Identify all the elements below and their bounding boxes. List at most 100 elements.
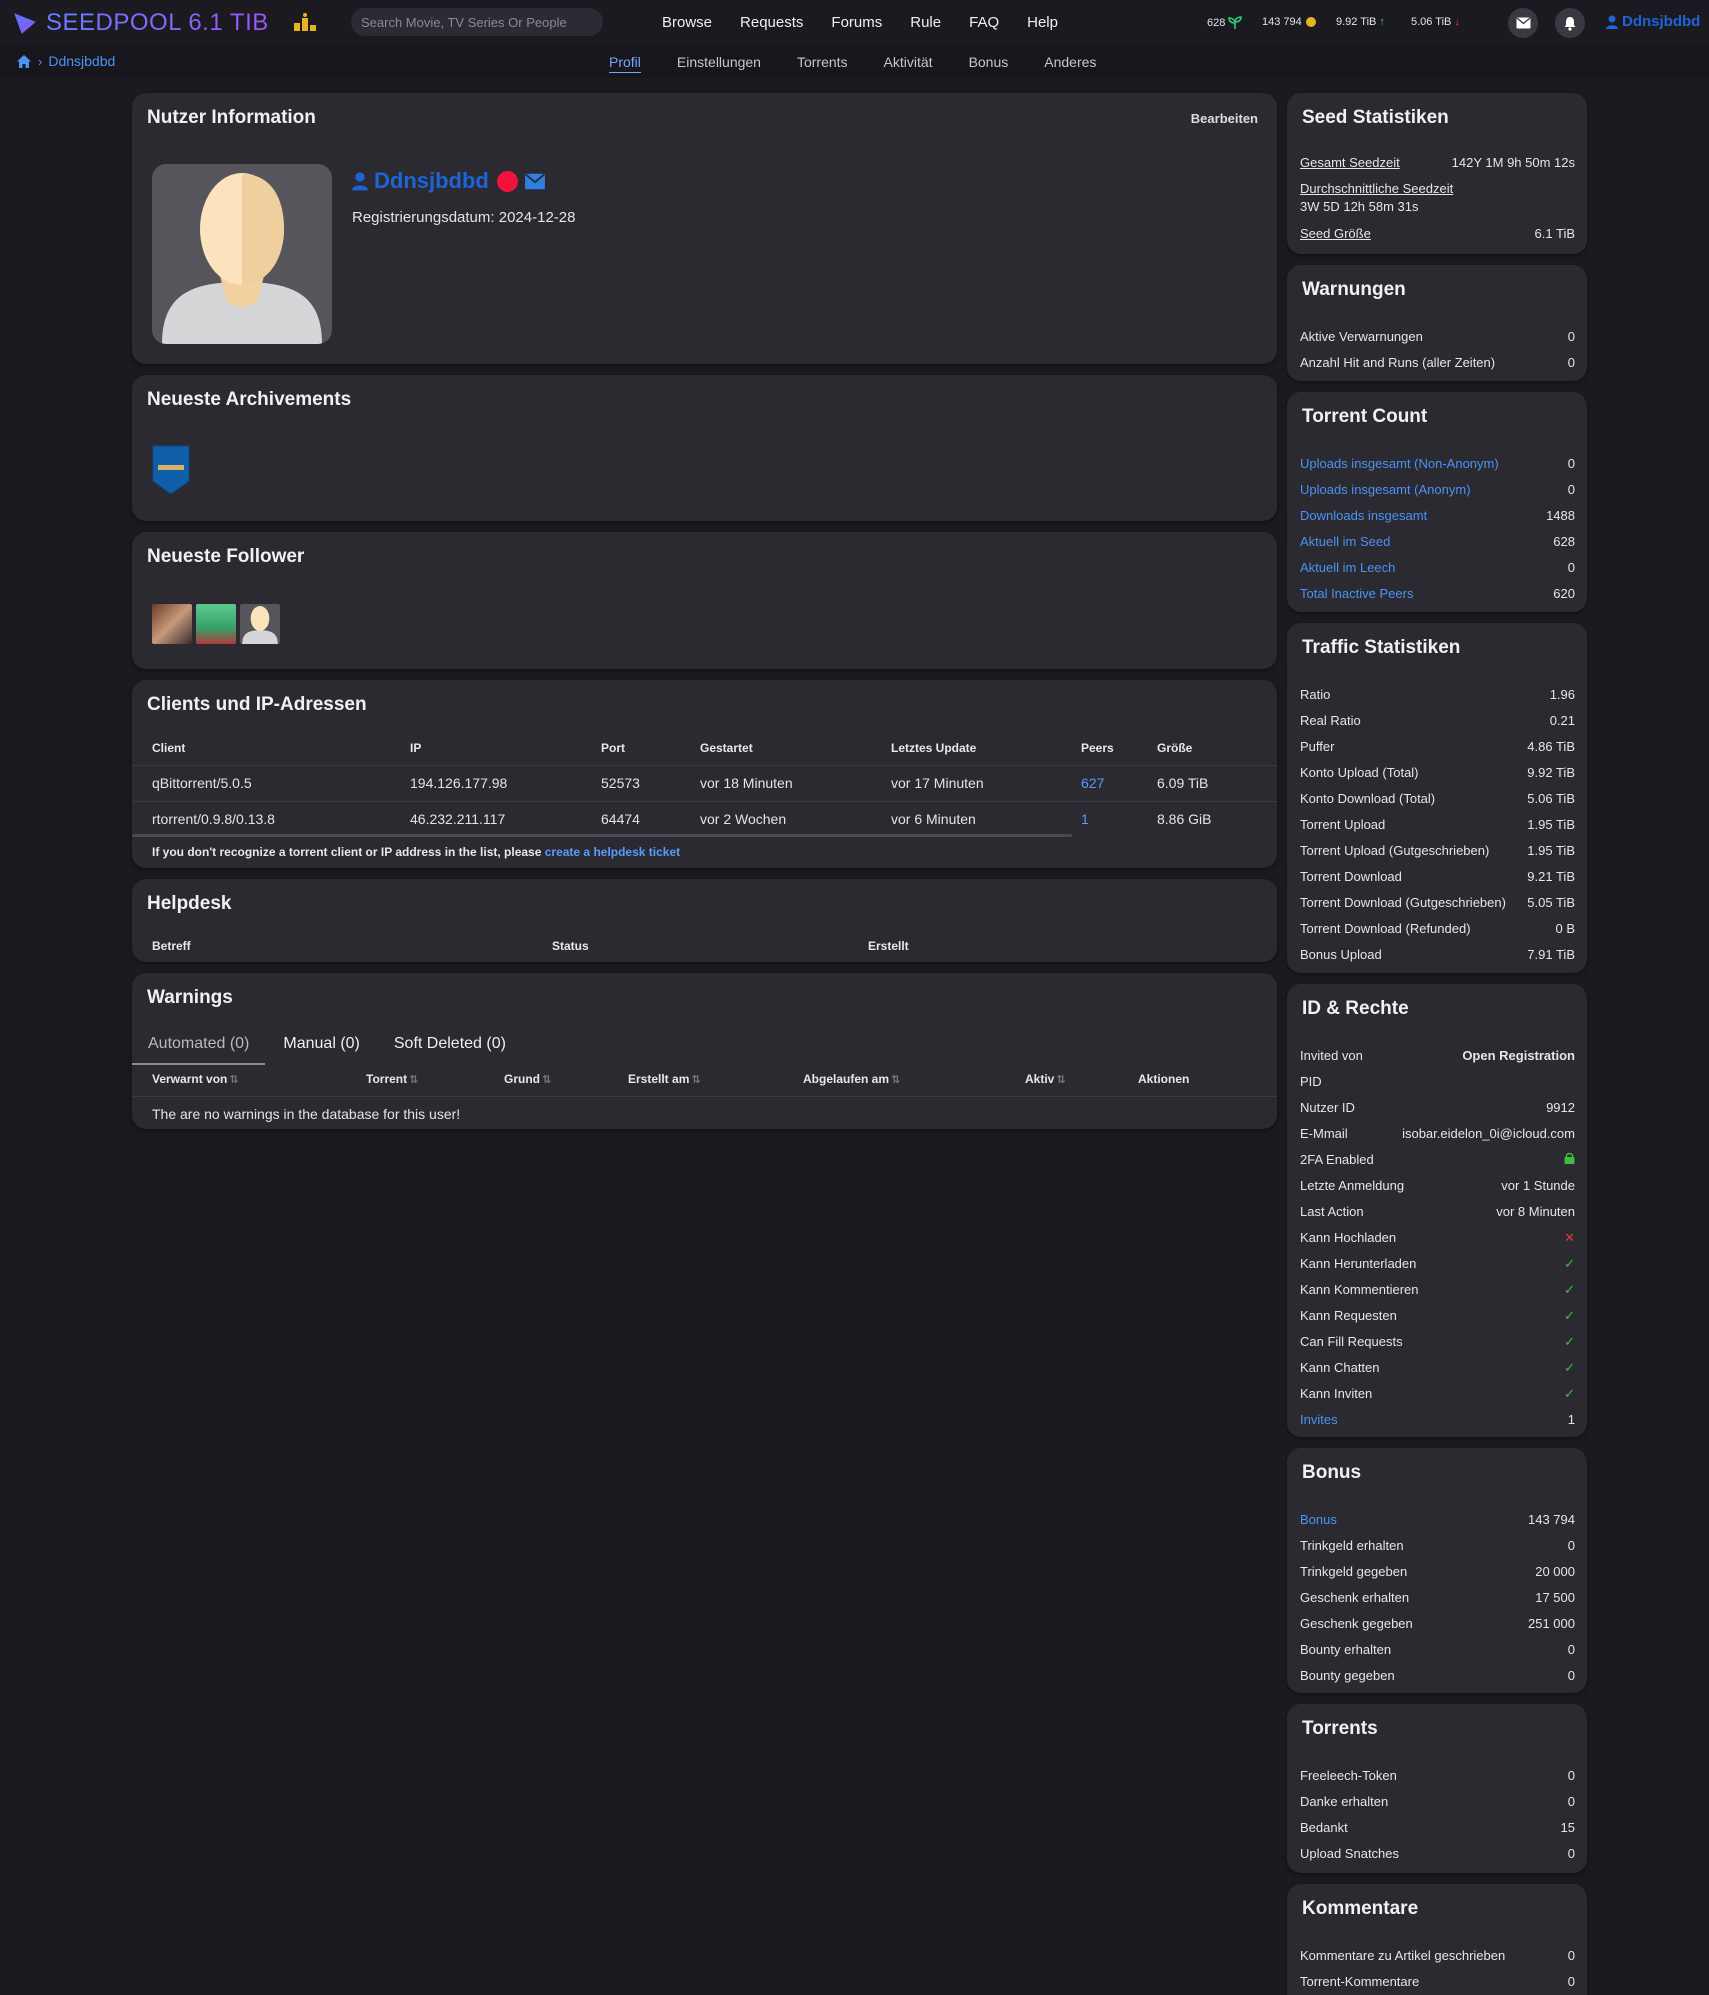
achievement-badge-icon[interactable]: [152, 445, 190, 495]
user-icon: [1606, 15, 1618, 29]
search-input[interactable]: [351, 8, 603, 36]
edit-button[interactable]: Bearbeiten: [1191, 111, 1258, 126]
stat-value: 0: [1567, 1794, 1575, 1809]
traffic-row: Torrent Download (Gutgeschrieben) 5.05 Ti…: [1300, 895, 1575, 921]
lock-icon: [1564, 1152, 1575, 1167]
tab-anderes[interactable]: Anderes: [1044, 54, 1096, 73]
tab-bonus[interactable]: Bonus: [969, 54, 1009, 73]
nav-forums[interactable]: Forums: [831, 14, 882, 31]
stat-link[interactable]: Invites: [1300, 1412, 1338, 1427]
stat-link[interactable]: Uploads insgesamt (Non-Anonym): [1300, 456, 1499, 471]
stat-label: Kann Kommentieren: [1300, 1282, 1419, 1297]
traffic-row: Torrent Download 9.21 TiB: [1300, 869, 1575, 895]
nav-faq[interactable]: FAQ: [969, 14, 999, 31]
client-note: If you don't recognize a torrent client …: [152, 845, 681, 859]
nav-help[interactable]: Help: [1027, 14, 1058, 31]
sort-icon: ⇅: [229, 1073, 239, 1086]
tab-profil[interactable]: Profil: [609, 54, 641, 73]
top-navbar: SEEDPOOL 6.1 TIB Browse Requests Forums …: [0, 0, 1709, 45]
follower-avatar[interactable]: [196, 604, 236, 644]
tab-automated[interactable]: Automated (0): [132, 1029, 266, 1065]
stat-label: Upload Snatches: [1300, 1846, 1400, 1861]
notifications-button[interactable]: [1555, 8, 1585, 38]
stat-link[interactable]: Downloads insgesamt: [1300, 508, 1427, 523]
bonus-row: Trinkgeld gegeben 20 000: [1300, 1564, 1575, 1590]
home-icon[interactable]: [16, 54, 32, 69]
registration-date: Registrierungsdatum: 2024-12-28: [352, 209, 576, 226]
download-stat[interactable]: 5.06 TiB ↓: [1411, 16, 1460, 28]
idrights-row: Invites 1: [1300, 1412, 1575, 1438]
stat-link[interactable]: Bonus: [1300, 1512, 1337, 1527]
stat-link[interactable]: Total Inactive Peers: [1300, 586, 1413, 601]
seed-stats-panel: Seed Statistiken Gesamt Seedzeit 142Y 1M …: [1287, 93, 1587, 254]
sortable-header[interactable]: Aktiv ⇅: [1005, 1062, 1118, 1096]
clients-panel: Clients und IP-Adressen Client IP Port G…: [132, 680, 1277, 868]
sort-icon: ⇅: [542, 1073, 552, 1086]
leaderboard-icon[interactable]: [293, 12, 317, 35]
stat-value: 9.21 TiB: [1527, 869, 1575, 884]
follower-avatar[interactable]: [240, 604, 280, 644]
breadcrumb-user[interactable]: Ddnsjbdbd: [48, 53, 115, 69]
sortable-header[interactable]: Erstellt am ⇅: [608, 1062, 783, 1096]
follower-avatar[interactable]: [152, 604, 192, 644]
id-rights-panel: ID & Rechte Invited von Open Registration…: [1287, 984, 1587, 1437]
helpdesk-ticket-link[interactable]: create a helpdesk ticket: [545, 845, 680, 859]
avatar: [152, 164, 332, 344]
stat-value: 15: [1560, 1820, 1575, 1835]
stat-value: 0 B: [1555, 921, 1575, 936]
traffic-row: Ratio 1.96: [1300, 687, 1575, 713]
bonus-panel: Bonus Bonus 143 794 Trinkgeld erhalten 0 Tri…: [1287, 1448, 1587, 1693]
idrights-row: Kann Hochladen ✕: [1300, 1230, 1575, 1256]
seeding-stat[interactable]: 628: [1207, 16, 1243, 30]
bonus-stat[interactable]: 143 794: [1262, 16, 1317, 28]
stat-link[interactable]: Aktuell im Seed: [1300, 534, 1390, 549]
tab-soft-deleted[interactable]: Soft Deleted (0): [378, 1029, 522, 1065]
stat-value: 0: [1567, 1668, 1575, 1683]
sort-icon: ⇅: [691, 1073, 701, 1086]
messages-button[interactable]: [1508, 8, 1538, 38]
panel-title: Neueste Follower: [147, 546, 305, 567]
sort-icon: ⇅: [409, 1073, 419, 1086]
nav-requests[interactable]: Requests: [740, 14, 803, 31]
stat-value: 0.21: [1549, 713, 1575, 728]
warn_stats-row: Anzahl Hit and Runs (aller Zeiten) 0: [1300, 355, 1575, 381]
torrent_count-row: Aktuell im Seed 628: [1300, 534, 1575, 560]
stat-label: Kann Inviten: [1300, 1386, 1373, 1401]
tab-aktivitaet[interactable]: Aktivität: [884, 54, 933, 73]
nav-rule[interactable]: Rule: [910, 14, 941, 31]
stat-label: Anzahl Hit and Runs (aller Zeiten): [1300, 355, 1496, 370]
bonus-row: Bounty gegeben 0: [1300, 1668, 1575, 1694]
arrow-down-icon: ↓: [1454, 16, 1460, 28]
sortable-header[interactable]: Torrent ⇅: [346, 1062, 484, 1096]
sort-icon: ⇅: [891, 1073, 901, 1086]
stat-value: 0: [1567, 355, 1575, 370]
paper-plane-icon: [14, 13, 36, 34]
stat-value: 1488: [1546, 508, 1575, 523]
envelope-icon[interactable]: [524, 173, 546, 190]
idrights-row: Kann Inviten ✓: [1300, 1386, 1575, 1412]
stat-link[interactable]: Aktuell im Leech: [1300, 560, 1395, 575]
brand-logo[interactable]: SEEDPOOL 6.1 TIB: [12, 9, 269, 37]
sortable-header[interactable]: Verwarnt von ⇅: [132, 1062, 346, 1096]
torrent_count-row: Uploads insgesamt (Anonym) 0: [1300, 482, 1575, 508]
tab-manual[interactable]: Manual (0): [267, 1029, 375, 1065]
peers-link[interactable]: 1: [1081, 811, 1089, 827]
stat-label: Konto Upload (Total): [1300, 765, 1419, 780]
upload-stat[interactable]: 9.92 TiB ↑: [1336, 16, 1385, 28]
tab-einstellungen[interactable]: Einstellungen: [677, 54, 761, 73]
chevron-right-icon: ›: [38, 53, 43, 69]
stat-value: 1.95 TiB: [1527, 843, 1575, 858]
sortable-header[interactable]: Abgelaufen am ⇅: [783, 1062, 1005, 1096]
stat-value: 17 500: [1535, 1590, 1575, 1605]
nav-browse[interactable]: Browse: [662, 14, 712, 31]
idrights-row: E-Mmail isobar.eidelon_0i@icloud.com: [1300, 1126, 1575, 1152]
stat-link[interactable]: Uploads insgesamt (Anonym): [1300, 482, 1471, 497]
sortable-header[interactable]: Grund ⇅: [484, 1062, 608, 1096]
tab-torrents[interactable]: Torrents: [797, 54, 848, 73]
peers-link[interactable]: 627: [1081, 775, 1104, 791]
sort-icon: ⇅: [1056, 1073, 1066, 1086]
torrents_box-row: Upload Snatches 0: [1300, 1846, 1575, 1872]
horizontal-scrollbar[interactable]: [132, 834, 1072, 837]
user-menu[interactable]: Ddnsjbdbd: [1606, 13, 1700, 30]
stat-label: Can Fill Requests: [1300, 1334, 1403, 1349]
